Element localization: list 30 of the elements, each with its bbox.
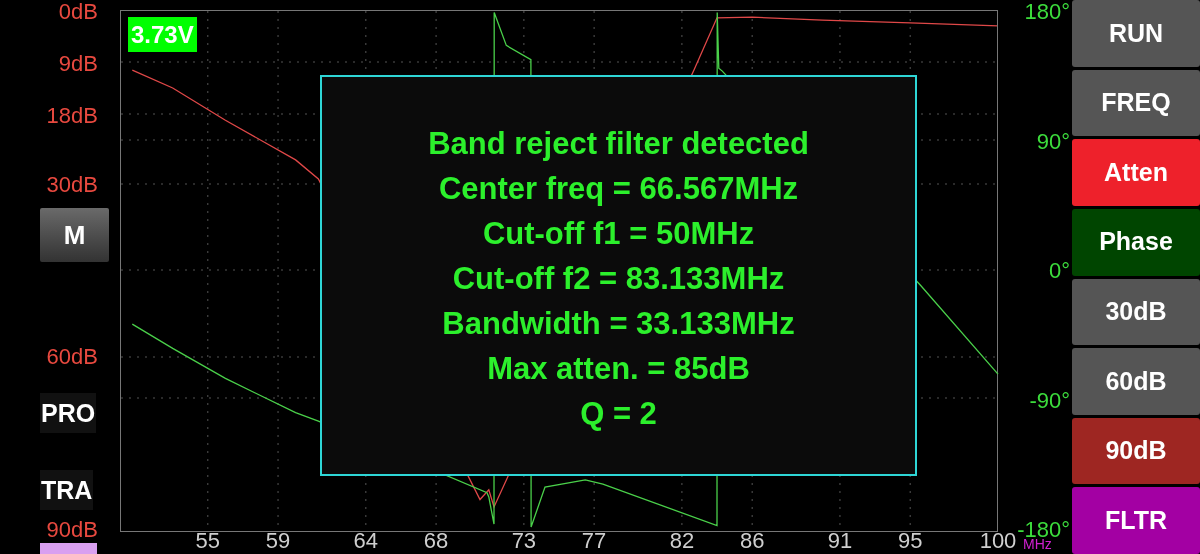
voltage-badge: 3.73V [128,17,197,52]
result-text: Band reject filter detected [428,125,809,163]
result-text: Max atten. = 85dB [487,350,750,388]
axis-label: 59 [264,528,292,554]
axis-label: 77 [580,528,608,554]
axis-label: 30dB [45,171,98,198]
axis-label: 18dB [45,102,98,129]
axis-label: 73 [510,528,538,554]
axis-label: 95 [896,528,924,554]
axis-label: 91 [826,528,854,554]
axis-label: 180° [1023,0,1070,25]
axis-label: 60dB [45,344,98,371]
result-text: Cut-off f1 = 50MHz [482,215,755,253]
axis-label: 86 [738,528,766,554]
axis-label: 100 [978,528,1018,554]
axis-label: -90° [1028,387,1070,414]
result-text: Cut-off f2 = 83.133MHz [452,260,785,298]
axis-label: 9dB [57,50,98,77]
axis-label: 0dB [57,0,98,25]
axis-label: 90dB [45,517,98,543]
axis-label: 90° [1035,128,1070,155]
axis-label: 64 [352,528,380,554]
result-text: Q = 2 [580,395,657,433]
axis-label: 82 [668,528,696,554]
axis-label: 68 [422,528,450,554]
unit-label: MHz [1023,536,1052,552]
result-text: Bandwidth = 33.133MHz [442,305,795,343]
axis-label: 55 [194,528,222,554]
result-text: Center freq = 66.567MHz [438,170,799,208]
axis-label: 0° [1047,258,1070,284]
